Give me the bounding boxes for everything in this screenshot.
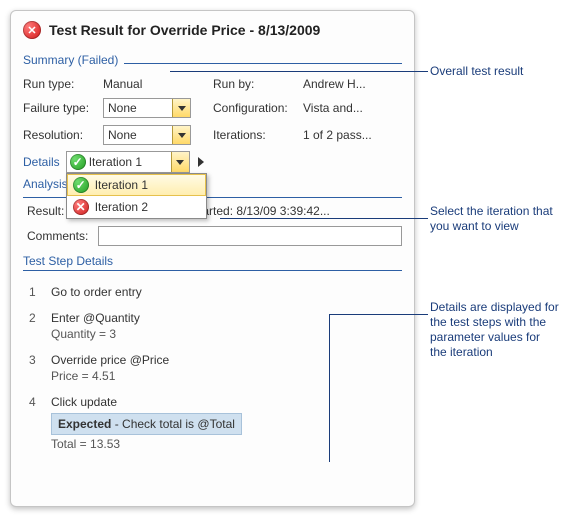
- pass-icon: ✓: [70, 154, 86, 170]
- step-text: Go to order entry: [51, 285, 142, 299]
- test-steps-list: 1 Go to order entry 2 Enter @Quantity Qu…: [23, 279, 402, 457]
- callout-line: [329, 314, 330, 462]
- test-step: 4 Click update Expected - Check total is…: [23, 389, 402, 457]
- step-number: 4: [29, 395, 41, 409]
- failure-type-selected: None: [104, 101, 172, 115]
- comments-input[interactable]: [98, 226, 402, 246]
- run-type-label: Run type:: [23, 77, 103, 91]
- run-by-label: Run by:: [213, 77, 303, 91]
- iteration-dropdown: ✓ Iteration 1 ✕ Iteration 2: [66, 173, 207, 219]
- failure-type-select[interactable]: None: [103, 98, 191, 118]
- iteration-select[interactable]: ✓ Iteration 1 ✓ Iteration 1 ✕ Iteration …: [66, 151, 190, 173]
- iteration-option-1[interactable]: ✓ Iteration 1: [67, 174, 206, 196]
- expected-result: Expected - Check total is @Total: [51, 413, 242, 435]
- step-number: 1: [29, 285, 41, 299]
- window-titlebar: ✕ Test Result for Override Price - 8/13/…: [23, 21, 402, 39]
- test-step-details-label: Test Step Details: [23, 254, 402, 270]
- step-text: Override price @Price: [51, 353, 169, 367]
- window-title: Test Result for Override Price - 8/13/20…: [49, 22, 320, 38]
- date-started-value: 8/13/09 3:39:42...: [236, 204, 329, 218]
- iterations-label: Iterations:: [213, 128, 303, 142]
- step-param: Price = 4.51: [51, 369, 169, 383]
- chevron-down-icon[interactable]: [171, 152, 189, 172]
- run-info-grid: Run type: Manual Run by: Andrew H... Fai…: [23, 77, 402, 145]
- chevron-down-icon[interactable]: [172, 99, 190, 117]
- iteration-option-2[interactable]: ✕ Iteration 2: [67, 196, 206, 218]
- details-row: Details ✓ Iteration 1 ✓ Iteration 1 ✕ It…: [23, 151, 402, 173]
- run-type-value: Manual: [103, 77, 213, 91]
- step-number: 2: [29, 311, 41, 325]
- summary-label: Summary (Failed): [23, 53, 118, 69]
- play-arrow-icon[interactable]: [198, 157, 204, 167]
- summary-section-header: Summary (Failed): [23, 53, 402, 69]
- test-step: 2 Enter @Quantity Quantity = 3: [23, 305, 402, 347]
- failure-type-label: Failure type:: [23, 101, 103, 115]
- details-label: Details: [23, 155, 60, 169]
- callout-overall: Overall test result: [430, 64, 523, 79]
- error-icon: ✕: [23, 21, 41, 39]
- summary-rule: [124, 54, 402, 64]
- resolution-selected: None: [104, 128, 172, 142]
- test-step: 3 Override price @Price Price = 4.51: [23, 347, 402, 389]
- step-text: Enter @Quantity: [51, 311, 140, 325]
- callout-line: [170, 71, 428, 72]
- comments-label: Comments:: [27, 229, 88, 243]
- iteration-option-label: Iteration 1: [95, 178, 148, 192]
- test-step-details-rule: [23, 270, 402, 271]
- callout-step-details: Details are displayed for the test steps…: [430, 300, 560, 360]
- chevron-down-icon[interactable]: [172, 126, 190, 144]
- expected-prefix: Expected: [58, 417, 111, 431]
- resolution-label: Resolution:: [23, 128, 103, 142]
- iteration-selected: Iteration 1: [89, 155, 171, 169]
- comments-row: Comments:: [23, 226, 402, 246]
- test-result-window: ✕ Test Result for Override Price - 8/13/…: [10, 10, 415, 507]
- iterations-value: 1 of 2 pass...: [303, 128, 383, 142]
- result-label: Result:: [27, 204, 64, 218]
- resolution-select[interactable]: None: [103, 125, 191, 145]
- step-text: Click update: [51, 395, 242, 409]
- step-param: Total = 13.53: [51, 437, 242, 451]
- iteration-option-label: Iteration 2: [95, 200, 148, 214]
- expected-text: - Check total is @Total: [111, 417, 235, 431]
- test-step: 1 Go to order entry: [23, 279, 402, 305]
- step-param: Quantity = 3: [51, 327, 140, 341]
- callout-line: [220, 218, 428, 219]
- step-number: 3: [29, 353, 41, 367]
- fail-icon: ✕: [73, 199, 89, 215]
- configuration-label: Configuration:: [213, 101, 303, 115]
- callout-select-iteration: Select the iteration that you want to vi…: [430, 204, 556, 234]
- configuration-value: Vista and...: [303, 101, 383, 115]
- callout-line: [330, 314, 428, 315]
- run-by-value: Andrew H...: [303, 77, 383, 91]
- pass-icon: ✓: [73, 177, 89, 193]
